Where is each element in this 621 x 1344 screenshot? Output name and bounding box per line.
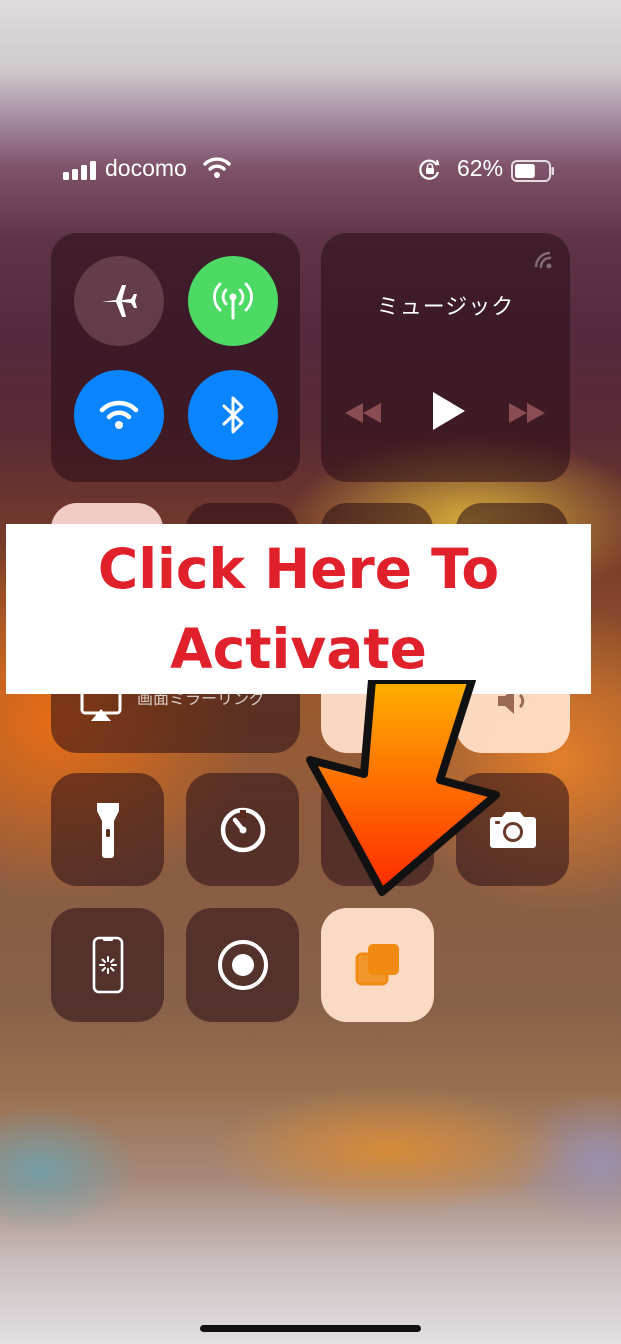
cellular-antenna-icon	[213, 282, 253, 320]
rewind-icon[interactable]	[343, 393, 383, 433]
status-bar: docomo 62%	[0, 152, 621, 188]
screen-record-button[interactable]	[186, 908, 299, 1022]
connectivity-module	[51, 233, 300, 482]
music-module[interactable]: ミュージック	[321, 233, 570, 482]
camera-button[interactable]	[456, 773, 569, 886]
cellular-data-toggle[interactable]	[188, 256, 278, 346]
signal-strength-icon	[63, 160, 99, 180]
bluetooth-toggle[interactable]	[188, 370, 278, 460]
music-title: ミュージック	[376, 295, 515, 320]
carrier-name: docomo	[105, 155, 187, 181]
bluetooth-icon	[222, 396, 244, 434]
battery-percentage: 62%	[457, 155, 504, 181]
airplane-icon	[102, 285, 137, 317]
screen-record-icon	[217, 940, 268, 990]
airplane-mode-toggle[interactable]	[74, 256, 164, 346]
camera-icon	[489, 811, 536, 848]
flashlight-button[interactable]	[51, 773, 164, 886]
fast-forward-icon[interactable]	[507, 393, 547, 433]
banner-line-2: Activate	[170, 617, 427, 681]
orientation-lock-icon	[92, 936, 123, 994]
battery-icon	[511, 160, 554, 182]
home-indicator[interactable]	[200, 1325, 421, 1332]
orientation-lock-button[interactable]	[51, 908, 164, 1022]
flashlight-icon	[96, 802, 119, 858]
rotation-lock-icon	[419, 159, 440, 180]
wifi-status-icon	[203, 157, 231, 178]
calculator-button[interactable]	[321, 773, 434, 886]
stacked-squares-icon	[355, 944, 399, 986]
timer-icon	[220, 807, 265, 852]
play-icon[interactable]	[425, 389, 469, 433]
wifi-icon	[99, 400, 139, 429]
timer-button[interactable]	[186, 773, 299, 886]
banner-line-1: Click Here To	[97, 537, 500, 601]
wifi-toggle[interactable]	[74, 370, 164, 460]
activate-banner[interactable]: Click Here To Activate	[6, 524, 591, 694]
airplay-icon[interactable]	[530, 247, 556, 273]
stacked-squares-button[interactable]	[321, 908, 434, 1022]
